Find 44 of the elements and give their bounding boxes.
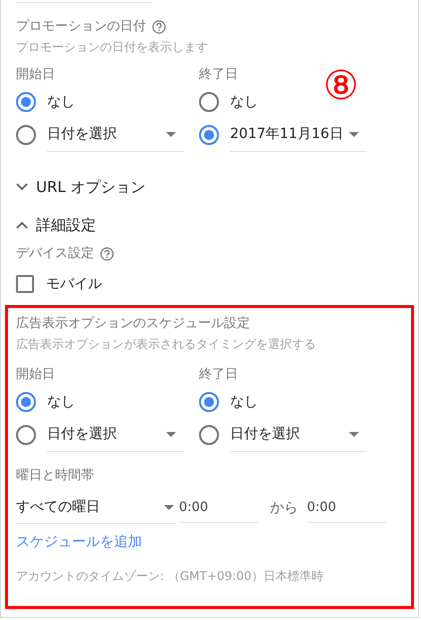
date-dropdown[interactable]: 2017年11月16日: [230, 118, 367, 152]
days-label: 曜日と時間帯: [16, 467, 95, 485]
caret-icon: [164, 505, 174, 510]
option-label: なし: [230, 392, 258, 412]
radio-button[interactable]: [199, 392, 219, 412]
option-label: なし: [47, 92, 75, 112]
radio-button[interactable]: [16, 92, 36, 112]
checkbox[interactable]: [16, 275, 34, 293]
help-icon[interactable]: [152, 20, 166, 34]
step-number: ⑧: [323, 64, 359, 108]
url-options-toggle[interactable]: URL オプション: [16, 172, 146, 202]
connector-text: から: [270, 498, 298, 518]
option-label: なし: [47, 392, 75, 412]
radio-button[interactable]: [16, 125, 36, 145]
section-description: プロモーションの日付を表示します: [16, 39, 209, 56]
date-dropdown[interactable]: 日付を選択: [230, 418, 367, 452]
section-description: 広告表示オプションが表示されるタイミングを選択する: [16, 336, 317, 353]
caret-icon: [349, 132, 359, 137]
date-dropdown[interactable]: 日付を選択: [47, 118, 184, 152]
end-time-field[interactable]: 0:00: [307, 493, 387, 523]
radio-button[interactable]: [16, 425, 36, 445]
caret-icon: [349, 432, 359, 437]
day-dropdown[interactable]: すべての曜日: [16, 492, 176, 524]
date-dropdown[interactable]: 日付を選択: [47, 418, 184, 452]
column-label: 開始日: [16, 366, 55, 384]
caret-icon: [166, 132, 176, 137]
radio-button[interactable]: [199, 425, 219, 445]
checkbox-label: モバイル: [46, 274, 102, 294]
radio-button[interactable]: [199, 125, 219, 145]
add-schedule-link[interactable]: スケジュールを追加: [16, 532, 142, 553]
option-label: なし: [230, 92, 258, 112]
timezone-text: アカウントのタイムゾーン: （GMT+09:00）日本標準時: [16, 568, 324, 585]
column-label: 終了日: [199, 66, 238, 84]
section-title: 広告表示オプションのスケジュール設定: [16, 315, 251, 333]
section-title: プロモーションの日付: [16, 18, 146, 36]
start-time-field[interactable]: 0:00: [179, 493, 259, 523]
column-label: 開始日: [16, 66, 55, 84]
advanced-settings-toggle[interactable]: 詳細設定: [16, 210, 96, 240]
radio-button[interactable]: [16, 392, 36, 412]
caret-icon: [166, 432, 176, 437]
device-settings-label: デバイス設定: [16, 245, 94, 264]
column-label: 終了日: [199, 366, 238, 384]
radio-button[interactable]: [199, 92, 219, 112]
help-icon[interactable]: [100, 247, 114, 261]
